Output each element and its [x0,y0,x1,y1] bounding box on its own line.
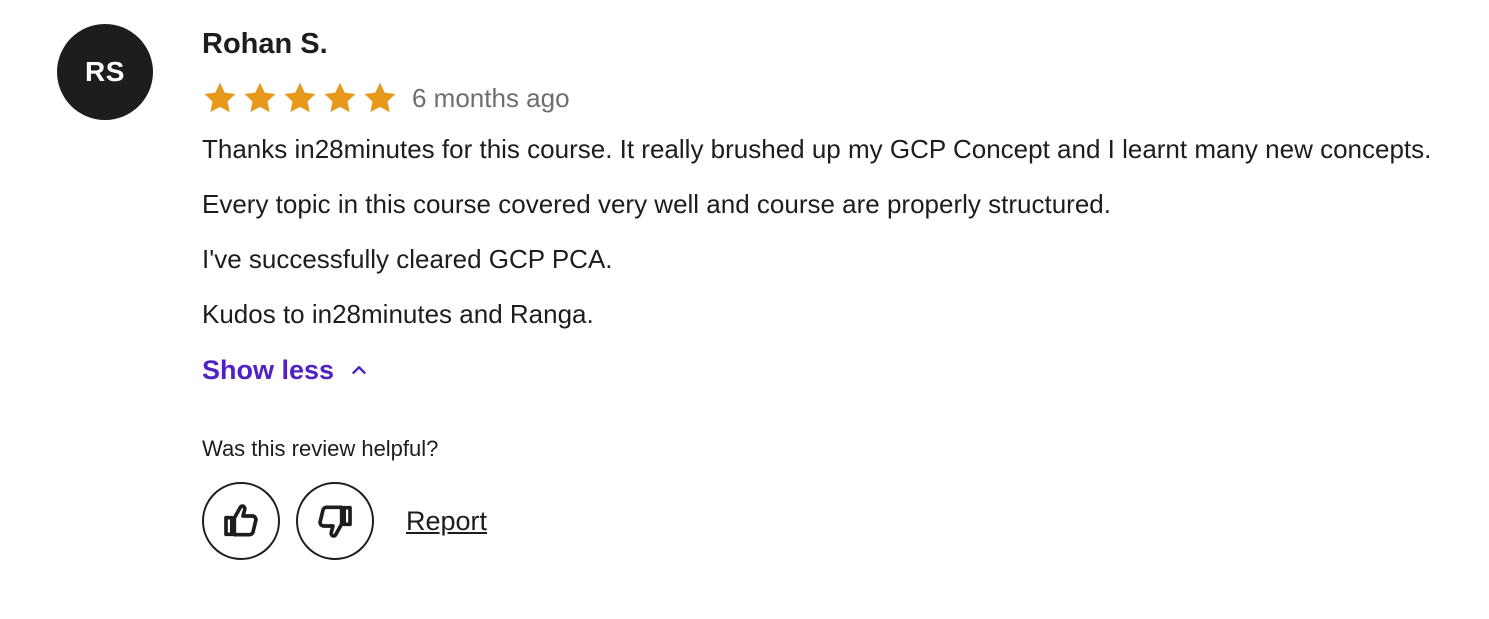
show-less-button[interactable]: Show less [202,350,1462,390]
reviewer-name: Rohan S. [202,28,328,60]
star-icon [204,82,236,113]
report-link[interactable]: Report [406,506,487,537]
review-body: Thanks in28minutes for this course. It r… [202,130,1462,333]
review-paragraph: Thanks in28minutes for this course. It r… [202,134,1432,164]
helpful-question: Was this review helpful? [202,436,439,461]
avatar: RS [57,24,153,120]
show-less-label: Show less [202,355,335,385]
feedback-actions: Report [202,482,1462,560]
review-content: Rohan S. 6 months ago Thanks in28minutes… [202,24,1462,560]
star-icon [364,82,396,113]
review-paragraph: Every topic in this course covered very … [202,189,1111,219]
star-icon [244,82,276,113]
thumbs-up-button[interactable] [202,482,280,560]
review-card: RS Rohan S. 6 months ago Thanks in28minu… [0,0,1489,619]
thumbs-down-button[interactable] [296,482,374,560]
thumbs-down-icon [318,505,352,538]
rating-row: 6 months ago [202,78,1462,118]
chevron-up-icon [352,366,366,374]
star-icon [324,82,356,113]
star-rating [202,80,398,116]
star-icon [284,82,316,113]
review-paragraph: Kudos to in28minutes and Ranga. [202,299,594,329]
thumbs-up-icon [224,504,258,537]
review-paragraph: I've successfully cleared GCP PCA. [202,244,613,274]
avatar-initials: RS [85,56,125,87]
review-timestamp: 6 months ago [412,83,570,113]
